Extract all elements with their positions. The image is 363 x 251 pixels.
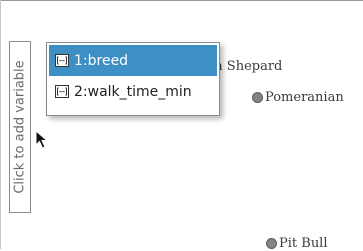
menu-item-label: 1:breed (74, 52, 129, 69)
menu-item-breed[interactable]: 1:breed (49, 45, 217, 76)
variable-dropdown-menu: 1:breed 2:walk_time_min (46, 42, 220, 116)
plot-point-pomeranian[interactable]: Pomeranian (252, 90, 344, 105)
variable-icon (55, 54, 69, 67)
menu-item-walk-time-min[interactable]: 2:walk_time_min (49, 76, 217, 107)
data-dot[interactable] (252, 92, 263, 103)
mouse-pointer-icon (35, 130, 49, 149)
variable-icon (55, 85, 69, 98)
add-variable-axis-label: Click to add variable (12, 60, 28, 194)
add-variable-axis-button[interactable]: Click to add variable (9, 41, 31, 213)
menu-item-label: 2:walk_time_min (74, 83, 192, 100)
data-dot[interactable] (266, 238, 277, 249)
plot-frame-top-border (0, 0, 363, 1)
plot-frame-left-border (0, 0, 1, 249)
plot-point-label: Pomeranian (265, 90, 344, 105)
